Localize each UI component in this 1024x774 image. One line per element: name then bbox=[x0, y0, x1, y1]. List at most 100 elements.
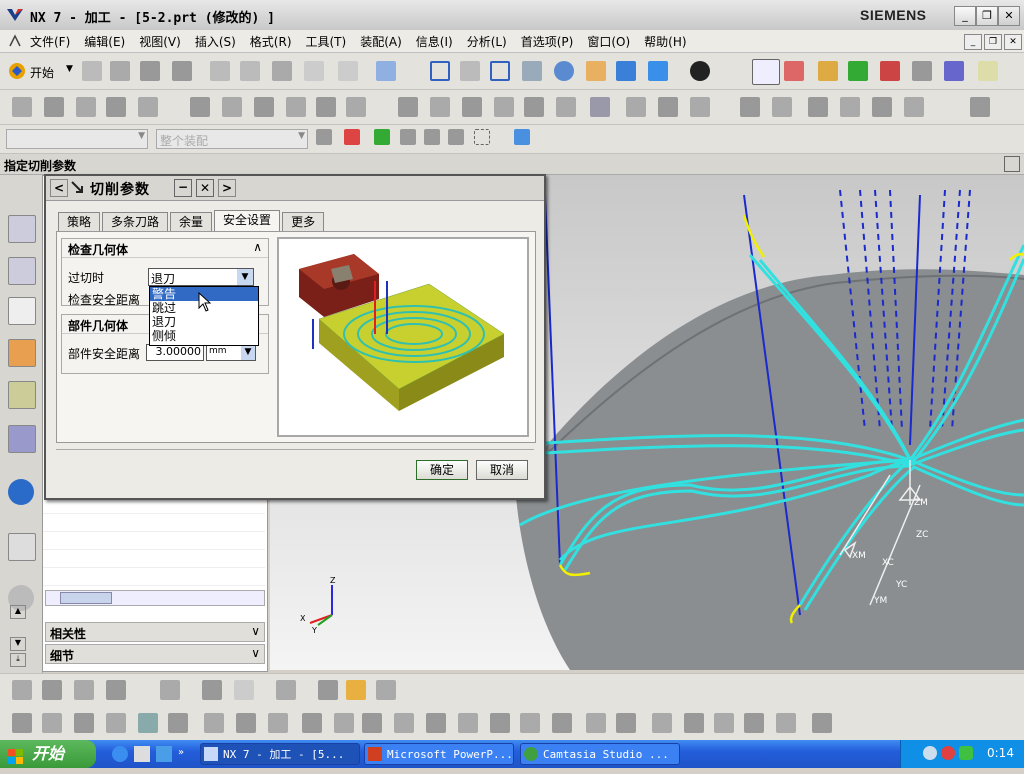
menu-analysis[interactable]: 分析(L) bbox=[467, 33, 507, 50]
operation-icon-8[interactable] bbox=[236, 713, 256, 733]
assembly-icon-9[interactable] bbox=[318, 680, 338, 700]
collapse-dialog-button[interactable]: − bbox=[174, 179, 192, 197]
add-icon[interactable] bbox=[234, 680, 254, 700]
feature-icon-8[interactable] bbox=[254, 97, 274, 117]
assembly-icon-8[interactable] bbox=[276, 680, 296, 700]
zoom-window-icon[interactable] bbox=[460, 61, 480, 81]
snap-icon-7[interactable] bbox=[474, 129, 490, 145]
option-tilt[interactable]: 侧倾 bbox=[150, 329, 258, 343]
tray-volume-icon[interactable] bbox=[941, 746, 955, 760]
feature-icon-10[interactable] bbox=[316, 97, 336, 117]
operation-icon-14[interactable] bbox=[426, 713, 446, 733]
operation-icon-2[interactable] bbox=[42, 713, 62, 733]
feature-icon-27[interactable] bbox=[904, 97, 924, 117]
operation-icon-21[interactable] bbox=[652, 713, 672, 733]
pan-icon[interactable] bbox=[586, 61, 606, 81]
operation-icon-16[interactable] bbox=[490, 713, 510, 733]
feature-icon-18[interactable] bbox=[590, 97, 610, 117]
feature-icon-28[interactable] bbox=[970, 97, 990, 117]
feature-icon-17[interactable] bbox=[556, 97, 576, 117]
feature-icon-12[interactable] bbox=[398, 97, 418, 117]
assembly-icon-3[interactable] bbox=[74, 680, 94, 700]
minimize-button[interactable]: _ bbox=[954, 6, 976, 26]
operation-icon-12[interactable] bbox=[362, 713, 382, 733]
restore-button[interactable]: ❐ bbox=[976, 6, 998, 26]
back-arrow-icon[interactable]: < bbox=[50, 179, 68, 197]
assembly-icon-1[interactable] bbox=[12, 680, 32, 700]
media-quicklaunch-icon[interactable] bbox=[156, 746, 172, 762]
close-dialog-button[interactable]: ✕ bbox=[196, 179, 214, 197]
cut-icon[interactable] bbox=[210, 61, 230, 81]
operation-icon-13[interactable] bbox=[394, 713, 414, 733]
paste-icon[interactable] bbox=[272, 61, 292, 81]
magnify-icon[interactable] bbox=[522, 61, 542, 81]
operation-icon-3[interactable] bbox=[74, 713, 94, 733]
operation-navigator-tab-icon[interactable] bbox=[8, 215, 36, 243]
taskbar-item-camtasia[interactable]: Camtasia Studio ... bbox=[520, 743, 680, 765]
machining-icon-d[interactable] bbox=[912, 61, 932, 81]
unit-select[interactable]: mm ▼ bbox=[206, 344, 256, 361]
snap-icon-4[interactable] bbox=[400, 129, 416, 145]
operation-icon-24[interactable] bbox=[744, 713, 764, 733]
machine-tool-tab-icon[interactable] bbox=[8, 257, 36, 285]
option-retract[interactable]: 退刀 bbox=[150, 315, 258, 329]
delete-icon[interactable] bbox=[304, 61, 324, 81]
assembly-icon-10[interactable] bbox=[346, 680, 366, 700]
tab-strategy[interactable]: 策略 bbox=[58, 212, 101, 232]
operation-icon-26[interactable] bbox=[812, 713, 832, 733]
mdi-restore-button[interactable]: ❐ bbox=[984, 34, 1002, 50]
assembly-icon-6[interactable] bbox=[202, 680, 222, 700]
menu-information[interactable]: 信息(I) bbox=[416, 33, 453, 50]
shaded-view-icon[interactable] bbox=[616, 61, 636, 81]
mdi-close-button[interactable]: ✕ bbox=[1004, 34, 1022, 50]
operation-icon-23[interactable] bbox=[714, 713, 734, 733]
operation-icon-4[interactable] bbox=[106, 713, 126, 733]
operation-icon-11[interactable] bbox=[334, 713, 354, 733]
machining-method-tab-icon[interactable] bbox=[8, 297, 36, 325]
start-button[interactable]: 开始 ▼ bbox=[8, 61, 78, 81]
tab-multiple-passes[interactable]: 多条刀路 bbox=[102, 212, 169, 232]
menu-file[interactable]: 文件(F) bbox=[30, 33, 70, 50]
menu-format[interactable]: 格式(R) bbox=[250, 33, 292, 50]
assembly-icon-11[interactable] bbox=[376, 680, 396, 700]
snap-icon-8[interactable] bbox=[514, 129, 530, 145]
feature-icon-26[interactable] bbox=[872, 97, 892, 117]
csys-icon[interactable] bbox=[784, 61, 804, 81]
taskbar-item-nx[interactable]: NX 7 - 加工 - [5... bbox=[200, 743, 360, 765]
open-file-icon[interactable] bbox=[110, 61, 130, 81]
machining-icon-b[interactable] bbox=[848, 61, 868, 81]
operation-icon-1[interactable] bbox=[12, 713, 32, 733]
web-browser-tab-icon[interactable] bbox=[8, 533, 36, 561]
ok-button[interactable]: 确定 bbox=[416, 460, 468, 480]
snap-icon-5[interactable] bbox=[424, 129, 440, 145]
menu-preferences[interactable]: 首选项(P) bbox=[521, 33, 574, 50]
maximize-graphics-icon[interactable] bbox=[1004, 156, 1020, 172]
horizontal-scrollbar[interactable] bbox=[45, 590, 265, 606]
feature-icon-6[interactable] bbox=[190, 97, 210, 117]
info-tab-icon[interactable] bbox=[8, 479, 34, 505]
measure-icon[interactable] bbox=[978, 61, 998, 81]
taskbar-item-powerpoint[interactable]: Microsoft PowerP... bbox=[364, 743, 514, 765]
tab-stock[interactable]: 余量 bbox=[170, 212, 213, 232]
snap-icon-3[interactable] bbox=[374, 129, 390, 145]
machining-icon-e[interactable] bbox=[944, 61, 964, 81]
menu-window[interactable]: 窗口(O) bbox=[587, 33, 630, 50]
operation-icon-20[interactable] bbox=[616, 713, 636, 733]
tray-network-icon[interactable] bbox=[959, 746, 973, 760]
assembly-tab-icon[interactable] bbox=[8, 381, 36, 409]
tab-more[interactable]: 更多 bbox=[282, 212, 325, 232]
assembly-icon-2[interactable] bbox=[42, 680, 62, 700]
scroll-end-button[interactable]: ⤓ bbox=[10, 653, 26, 667]
ie-quicklaunch-icon[interactable] bbox=[112, 746, 128, 762]
operation-icon-7[interactable] bbox=[204, 713, 224, 733]
scroll-down-button[interactable]: ▼ bbox=[10, 637, 26, 651]
operation-icon-15[interactable] bbox=[458, 713, 478, 733]
windows-start-button[interactable]: 开始 bbox=[0, 740, 96, 768]
orient-view-icon[interactable] bbox=[648, 61, 668, 81]
operation-icon-22[interactable] bbox=[684, 713, 704, 733]
feature-icon-22[interactable] bbox=[740, 97, 760, 117]
menu-help[interactable]: 帮助(H) bbox=[644, 33, 686, 50]
close-button[interactable]: ✕ bbox=[998, 6, 1020, 26]
feature-icon-7[interactable] bbox=[222, 97, 242, 117]
operation-icon-5[interactable] bbox=[138, 713, 158, 733]
